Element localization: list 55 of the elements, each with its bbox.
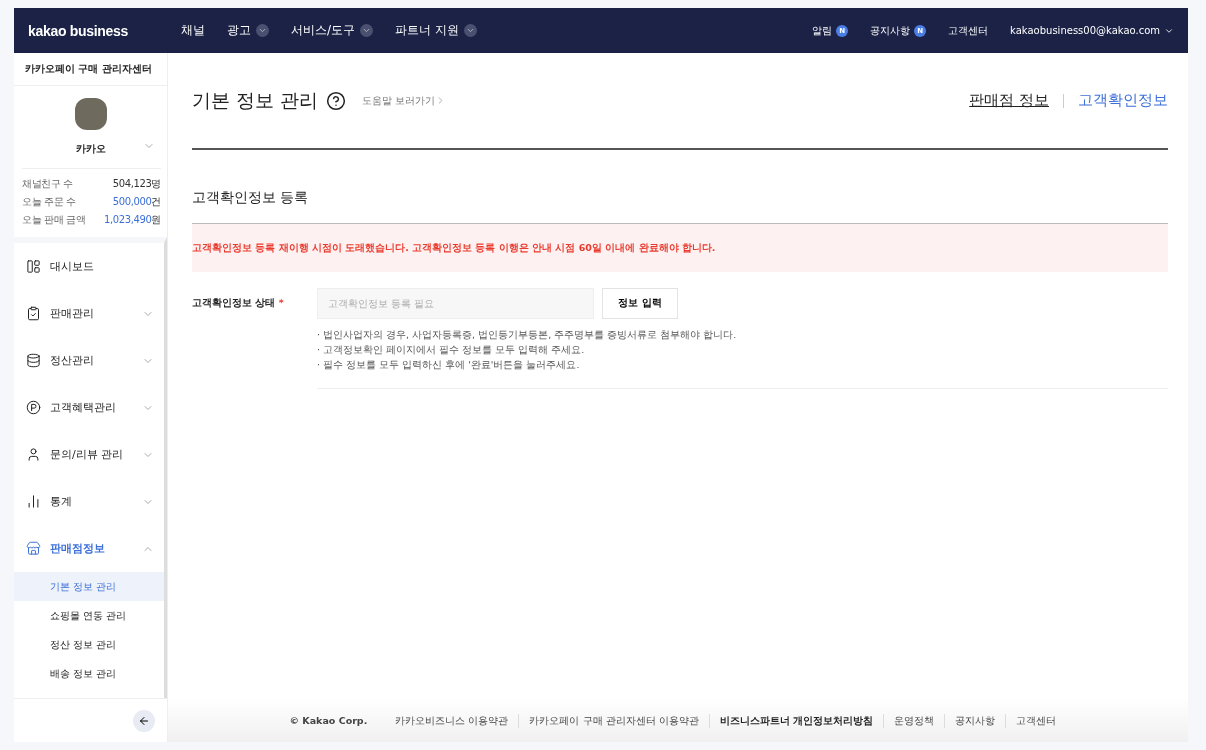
footer-link[interactable]: 고객센터 [1005,713,1067,728]
stat-value: 504,123명 [112,177,161,191]
footer-link[interactable]: 운영정책 [883,713,945,728]
p-circle-icon [26,400,41,415]
menu-item[interactable]: 대시보드 [14,243,164,290]
profile-name: 카카오 [75,142,106,156]
top-link[interactable]: 고객센터 [948,23,989,38]
help-icon[interactable] [326,90,347,111]
collapse-button[interactable] [133,709,155,732]
footer-link[interactable]: 카카오페이 구매 관리자센터 이용약관 [518,713,709,728]
account-menu[interactable]: kakaobusiness00@kakao.com [1010,25,1174,36]
footer-link[interactable]: 카카오비즈니스 이용약관 [385,713,519,728]
footer-link[interactable]: 공지사항 [944,713,1006,728]
person-icon [26,447,41,462]
stat-label: 오늘 판매 금액 [22,213,86,227]
menu-item[interactable]: 고객혜택관리 [14,384,164,431]
page-title: 기본 정보 관리 [192,87,319,113]
guide-note: · 필수 정보를 모두 입력하신 후에 '완료'버튼을 눌러주세요. [317,358,581,372]
nav-menu-item[interactable]: 서비스/도구 [291,22,374,39]
layout-icon [26,259,41,274]
store-icon [26,541,41,556]
menu-item[interactable]: 정산관리 [14,337,164,384]
page-tab[interactable]: 판매점 정보 [969,91,1049,110]
menu-item[interactable]: 판매관리 [14,290,164,337]
submenu-item[interactable]: 기본 정보 관리 [14,572,164,601]
nav-menu-item[interactable]: 광고 [227,22,269,39]
avatar-placeholder [74,98,107,130]
logo[interactable]: kakao business [28,22,181,39]
menu-item[interactable]: 통계 [14,478,164,525]
submenu-item[interactable]: 배송 정보 관리 [14,659,164,688]
menu-item[interactable]: 판매점정보 [14,525,164,572]
clipboard-icon [26,306,41,321]
nav-menu-item[interactable]: 파트너 지원 [395,22,477,39]
stat-value: 1,023,490원 [104,213,161,227]
submenu-item[interactable]: 정산 정보 관리 [14,630,164,659]
field-label: 고객확인정보 상태 * [192,297,285,310]
alert-message: 고객확인정보 등록 재이행 시점이 도래했습니다. 고객확인정보 등록 이행은 안내 시점 60일 이내에 완료해야 합니다. [192,224,1168,272]
sidebar-title: 카카오페이 구매 관리자센터 [14,53,167,86]
status-field[interactable]: 고객확인정보 등록 필요 [317,288,594,319]
guide-note: · 법인사업자의 경우, 사업자등록증, 법인등기부등본, 주주명부를 증빙서류로 첨부해야 합니다. [317,328,738,342]
footer-link[interactable]: 비즈니스파트너 개인정보처리방침 [709,713,884,728]
info-input-button[interactable]: 정보 입력 [602,288,678,319]
nav-menu-item[interactable]: 채널 [181,22,205,39]
bar-chart-icon [26,494,41,509]
help-link[interactable]: 도움말 보러가기 [362,93,447,108]
submenu-item[interactable]: 쇼핑몰 연동 관리 [14,601,164,630]
guide-note: · 고객정보확인 페이지에서 필수 정보를 모두 입력해 주세요. [317,343,586,357]
page-tab[interactable]: 고객확인정보 [1078,91,1168,110]
stat-value: 500,000건 [112,195,161,209]
arrow-left-icon [138,714,150,727]
stat-label: 채널친구 수 [22,177,73,191]
stat-label: 오늘 주문 수 [22,195,76,209]
menu-item[interactable]: 문의/리뷰 관리 [14,431,164,478]
database-icon [26,353,41,368]
copyright: © Kakao Corp. [289,715,368,726]
